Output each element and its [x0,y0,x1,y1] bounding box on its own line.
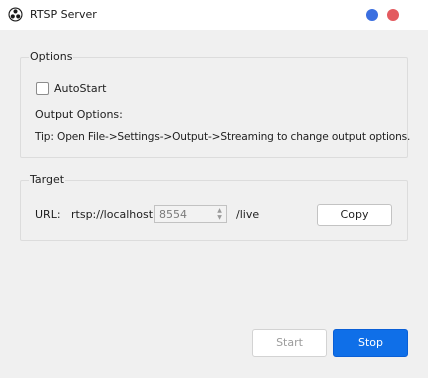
target-group: Target URL: rtsp://localhost: 8554 ▲ ▼ /… [20,173,408,241]
stop-button[interactable]: Stop [333,329,408,357]
url-suffix-label: /live [236,208,260,221]
options-group: Options AutoStart Output Options: Tip: O… [20,50,411,158]
spin-buttons[interactable]: ▲ ▼ [214,207,225,221]
copy-button[interactable]: Copy [317,204,392,226]
tip-text: Tip: Open File->Settings->Output->Stream… [35,131,411,143]
autostart-checkbox[interactable] [36,82,49,95]
start-button[interactable]: Start [252,329,327,357]
target-group-title: Target [29,173,66,186]
spin-down-icon[interactable]: ▼ [214,214,225,221]
obs-logo-icon [8,7,23,22]
spin-up-icon[interactable]: ▲ [214,207,225,214]
url-label: URL: [35,208,61,221]
url-prefix-label: rtsp://localhost: [71,208,157,221]
autostart-label[interactable]: AutoStart [54,82,106,95]
port-spinbox[interactable]: 8554 ▲ ▼ [154,205,227,223]
close-icon[interactable] [387,9,399,21]
options-group-title: Options [29,50,74,63]
minimize-icon[interactable] [366,9,378,21]
output-options-label: Output Options: [35,108,123,121]
port-value[interactable]: 8554 [159,208,187,221]
window-title: RTSP Server [30,8,97,21]
title-bar: RTSP Server [0,0,428,30]
